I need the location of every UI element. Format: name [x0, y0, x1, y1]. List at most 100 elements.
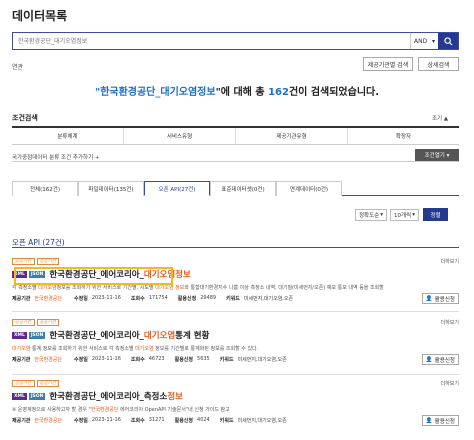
desc-highlight: 대기오염 정보 [155, 285, 185, 291]
tab-file-data[interactable]: 파일데이터(135건) [78, 181, 144, 196]
badge: 공공기관 [12, 319, 35, 326]
tab-all[interactable]: 전체(162건) [12, 181, 78, 196]
add-condition-link[interactable]: 국가중점데이터 분류 조건 추가하기 + [12, 153, 100, 161]
per-page-value: 10개씩 [394, 213, 412, 219]
keywords-value: 미세먼지,대기오염,오존 [243, 296, 294, 302]
keywords-label: 키워드 [219, 357, 234, 363]
badge: 공공기관 [36, 380, 60, 387]
summary-count: 162 [268, 87, 289, 98]
detail-search-button[interactable]: 상세검색 [418, 57, 459, 71]
desc-text: 와 통합대기환경지수 나쁨 이상 측정소 내역, 대기질(미세먼지/오존) 예보… [184, 285, 384, 291]
more-link[interactable]: 더하보기 [441, 319, 459, 326]
divider [12, 311, 459, 312]
apply-use-label: 활용신청 [434, 418, 455, 425]
item-title-tail: 통계 현황 [175, 331, 210, 341]
apply-use-button[interactable]: 👤 활용신청 [421, 354, 459, 365]
uses-value: 5635 [197, 356, 210, 362]
item-title-text: 한국환경공단_에어코리아_측정소 [49, 392, 168, 402]
badge: 공공기관 [12, 258, 35, 265]
search-icon [443, 36, 453, 46]
uses-value: 29489 [200, 295, 217, 301]
desc-text: ※ 운영계정으로 사용하고자 할 경우 " [12, 407, 91, 413]
desc-text: 통계 정보를 조회하기 위한 서비스로 각 측정소별 [30, 346, 136, 352]
condition-column-provider-type[interactable]: 제공기관유형 [236, 128, 348, 144]
modified-label: 수정일 [74, 296, 88, 302]
summary-keyword: 한국환경공단_대기오염정보 [100, 87, 216, 98]
operator-value: AND [414, 37, 428, 45]
format-badge-json: JSON [28, 392, 46, 400]
format-badge-xml: XML [12, 331, 27, 339]
per-page-select[interactable]: 10개씩 ▾ [390, 209, 419, 221]
tab-linked-data[interactable]: 연계데이터(0건) [276, 181, 342, 196]
chevron-down-icon: ▾ [412, 212, 415, 218]
keywords-label: 키워드 [226, 296, 240, 302]
modified-label: 수정일 [74, 357, 88, 363]
condition-column-extension[interactable]: 확장자 [348, 128, 459, 144]
modified-value: 2023-11-16 [91, 295, 121, 301]
divider [12, 374, 459, 375]
more-link[interactable]: 더하보기 [441, 380, 459, 387]
list-item: 공공기관 공공기관 더하보기 XML JSON 한국환경공단_에어코리아_측정소… [12, 380, 459, 426]
result-summary: "한국환경공단_대기오염정보"에 대해 총 162건이 검색되었습니다. [0, 83, 474, 98]
item-meta: 제공기관 한국환경공단 수정일 2023-11-16 조회수 31271 활용신청 40… [12, 417, 459, 424]
item-title-link[interactable]: 한국환경공단_에어코리아_측정소정보 [49, 390, 183, 402]
provider-label: 제공기관 [12, 357, 31, 363]
provider-search-button[interactable]: 제공기관별 검색 [363, 57, 413, 71]
modified-value: 2023-11-16 [91, 417, 121, 423]
uses-label: 활용신청 [174, 357, 194, 363]
search-button[interactable] [438, 33, 458, 49]
views-value: 46723 [148, 356, 165, 362]
tab-standard-data[interactable]: 표준데이터셋(0건) [210, 181, 276, 196]
sort-order-select[interactable]: 정확도순 ▾ [355, 209, 387, 221]
provider-value: 한국환경공단 [34, 357, 63, 363]
desc-text: 정보를 기간별로 통계화된 정보를 조회할 수 있다. [153, 346, 259, 352]
badge: 공공기관 [36, 319, 60, 326]
item-title-highlight: 정보 [167, 392, 183, 402]
uses-value: 4024 [197, 417, 210, 423]
operator-select[interactable]: AND ▾ [410, 33, 438, 49]
user-icon: 👤 [425, 356, 433, 363]
user-icon: 👤 [425, 417, 433, 424]
provider-value: 한국환경공단 [34, 418, 63, 424]
more-link[interactable]: 더하보기 [441, 258, 459, 265]
focus-highlight [14, 267, 173, 285]
modified-label: 수정일 [74, 418, 88, 424]
item-description: ※ 운영계정으로 사용하고자 할 경우 "한국환경공단 에어코리아 OpenAP… [12, 406, 459, 413]
result-tabs: 전체(162건) 파일데이터(135건) 오픈 API(27건) 표준데이터셋(… [12, 181, 459, 196]
modified-value: 2023-11-16 [91, 356, 121, 362]
item-meta: 제공기관 한국환경공단 수정일 2023-11-16 조회수 171754 활용신청 2… [12, 295, 459, 302]
condition-open-button[interactable]: 조건열기 ▾ [415, 149, 459, 161]
views-label: 조회수 [130, 357, 145, 363]
keywords-label: 키워드 [219, 418, 234, 424]
desc-text: 에어코리아 OpenAPI 기술문서"내 신청 가이드 참고 [118, 407, 230, 413]
apply-use-button[interactable]: 👤 활용신청 [421, 293, 459, 304]
condition-collapse-toggle[interactable]: 조기 ▲ [432, 114, 448, 122]
views-value: 31271 [148, 417, 165, 423]
keywords-value: 미세먼지,대기오염,오존 [237, 357, 287, 363]
badge: 공공기관 [36, 258, 60, 265]
tab-open-api[interactable]: 오픈 API(27건) [144, 181, 210, 196]
uses-label: 활용신청 [174, 418, 194, 424]
desc-highlight: 대기오염 [38, 285, 57, 291]
divider [12, 247, 459, 248]
sort-order-value: 정확도순 [359, 213, 380, 219]
views-label: 조회수 [130, 418, 145, 424]
desc-text: 각 측정소별 [12, 285, 39, 291]
apply-use-label: 활용신청 [434, 296, 455, 303]
user-icon: 👤 [425, 295, 433, 302]
badge: 공공기관 [12, 380, 35, 387]
apply-use-button[interactable]: 👤 활용신청 [421, 415, 459, 426]
apply-use-label: 활용신청 [434, 357, 455, 364]
condition-column-category[interactable]: 분류체계 [12, 128, 124, 144]
provider-value: 한국환경공단 [34, 296, 63, 302]
desc-text: 정보를 조회하기 위한 서비스로 기간별, 시도별 [56, 285, 156, 291]
sort-apply-button[interactable]: 정렬 [423, 208, 448, 221]
chevron-down-icon: ▾ [431, 37, 435, 45]
condition-column-service-type[interactable]: 서비스유형 [124, 128, 236, 144]
item-meta: 제공기관 한국환경공단 수정일 2023-11-16 조회수 46723 활용신청 56… [12, 356, 459, 363]
related-label: 연관 [12, 64, 24, 71]
item-title-link[interactable]: 한국환경공단_에어코리아_대기오염통계 현황 [49, 329, 209, 341]
item-description: 각 측정소별 대기오염정보를 조회하기 위한 서비스로 기간별, 시도별 대기오… [12, 284, 459, 291]
search-bar: AND ▾ [12, 32, 459, 50]
search-input[interactable] [13, 33, 410, 49]
